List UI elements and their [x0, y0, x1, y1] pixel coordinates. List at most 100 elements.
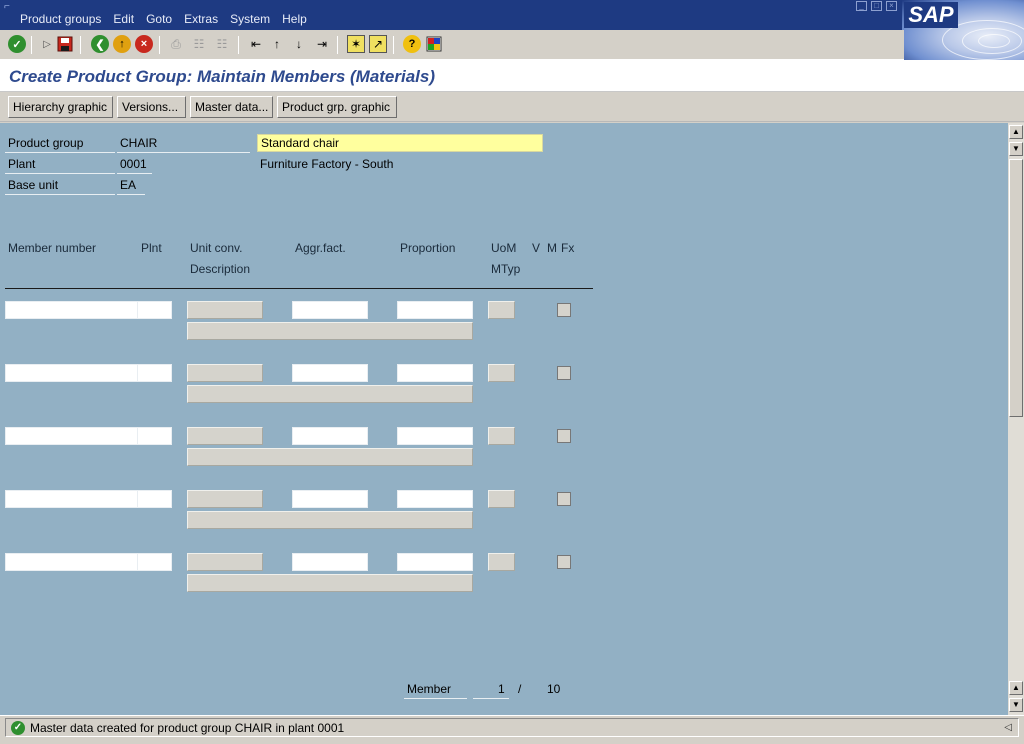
base-unit-label: Base unit: [8, 178, 59, 192]
find-icon[interactable]: ☷: [190, 35, 208, 53]
menu-help[interactable]: Help: [276, 12, 313, 26]
description-field: [187, 322, 473, 340]
menu-goto[interactable]: Goto: [140, 12, 178, 26]
toolbar-separator: [238, 36, 239, 54]
restore-icon[interactable]: □: [871, 1, 882, 11]
plant-input[interactable]: [137, 553, 172, 571]
scroll-page-up-icon[interactable]: ▼: [1009, 142, 1023, 156]
first-page-icon[interactable]: ⇤: [247, 35, 265, 53]
sap-logo-text: SAP: [904, 2, 958, 28]
next-page-icon[interactable]: ↓: [290, 35, 308, 53]
help-icon[interactable]: ?: [403, 35, 421, 53]
fx-checkbox[interactable]: [557, 303, 571, 317]
page-title: Create Product Group: Maintain Members (…: [9, 67, 436, 86]
description-field: [187, 511, 473, 529]
status-message-area[interactable]: ✓ Master data created for product group …: [5, 718, 1019, 737]
save-icon[interactable]: [56, 35, 74, 53]
proportion-input[interactable]: [397, 553, 473, 571]
col-m: M: [547, 241, 557, 255]
sap-logo: SAP: [902, 0, 1024, 60]
minimize-icon[interactable]: _: [856, 1, 867, 11]
enter-icon[interactable]: ✓: [8, 35, 26, 53]
scrollbar-thumb[interactable]: [1009, 159, 1023, 417]
print-icon[interactable]: ⎙: [167, 35, 185, 53]
menu-items: Product groups Edit Goto Extras System H…: [14, 12, 313, 26]
member-number-input[interactable]: [5, 427, 138, 445]
menu-bar: ⌐ Product groups Edit Goto Extras System…: [0, 0, 1024, 30]
field-underline: [5, 152, 115, 153]
aggr-fact-input[interactable]: [292, 301, 368, 319]
member-number-input[interactable]: [5, 301, 138, 319]
system-menu-icon[interactable]: ⌐: [4, 1, 16, 12]
menu-extras[interactable]: Extras: [178, 12, 224, 26]
layout-icon[interactable]: [425, 35, 443, 53]
member-number-input[interactable]: [5, 553, 138, 571]
proportion-input[interactable]: [397, 490, 473, 508]
scroll-page-down-icon[interactable]: ▲: [1009, 681, 1023, 695]
hierarchy-graphic-button[interactable]: Hierarchy graphic: [8, 96, 113, 118]
plant-label: Plant: [8, 157, 36, 171]
aggr-fact-input[interactable]: [292, 364, 368, 382]
description-field: [187, 448, 473, 466]
field-underline: [117, 152, 250, 153]
plant-input[interactable]: [137, 490, 172, 508]
fx-checkbox[interactable]: [557, 429, 571, 443]
fx-checkbox[interactable]: [557, 492, 571, 506]
unit-conv-field: [187, 490, 263, 508]
col-member-number: Member number: [8, 241, 97, 255]
proportion-input[interactable]: [397, 427, 473, 445]
fx-checkbox[interactable]: [557, 555, 571, 569]
create-session-icon[interactable]: ✶: [347, 35, 365, 53]
col-aggr-fact: Aggr.fact.: [295, 241, 346, 255]
header-separator: [5, 288, 593, 289]
status-expand-icon[interactable]: ◁: [1004, 722, 1012, 733]
field-underline: [117, 173, 152, 174]
col-unit-conv: Unit conv.: [190, 241, 243, 255]
col-uom: UoM: [491, 241, 517, 255]
menu-system[interactable]: System: [224, 12, 276, 26]
exit-icon[interactable]: ↑: [113, 35, 131, 53]
plant-input[interactable]: [137, 364, 172, 382]
proportion-input[interactable]: [397, 301, 473, 319]
pager-total: 10: [547, 682, 561, 696]
col-mtyp: MTyp: [491, 262, 521, 276]
plant-input[interactable]: [137, 301, 172, 319]
standard-toolbar: ✓ ▷ ❮ ↑ × ⎙ ☷ ☷ ⇤ ↑ ↓ ⇥ ✶ ↗ ?: [0, 30, 904, 60]
menu-edit[interactable]: Edit: [107, 12, 140, 26]
aggr-fact-input[interactable]: [292, 490, 368, 508]
pager-current[interactable]: 1: [498, 682, 505, 696]
aggr-fact-input[interactable]: [292, 427, 368, 445]
status-message: Master data created for product group CH…: [30, 721, 345, 735]
menu-product-groups[interactable]: Product groups: [14, 12, 107, 26]
plant-input[interactable]: [137, 427, 172, 445]
scroll-up-icon[interactable]: ▲: [1009, 125, 1023, 139]
shortcut-icon[interactable]: ↗: [369, 35, 387, 53]
aggr-fact-input[interactable]: [292, 553, 368, 571]
cancel-icon[interactable]: ×: [135, 35, 153, 53]
previous-page-icon[interactable]: ↑: [268, 35, 286, 53]
vertical-scrollbar[interactable]: ▲ ▼ ▲ ▼: [1008, 123, 1024, 715]
toolbar-separator: [159, 36, 160, 54]
pager-label: Member: [407, 682, 452, 696]
field-underline: [404, 698, 467, 699]
scroll-down-icon[interactable]: ▼: [1009, 698, 1023, 712]
work-area: Product group CHAIR Standard chair Plant…: [0, 123, 1008, 715]
versions-button[interactable]: Versions...: [117, 96, 186, 118]
back-icon[interactable]: ❮: [91, 35, 109, 53]
member-number-input[interactable]: [5, 490, 138, 508]
plant-value: 0001: [120, 157, 147, 171]
product-group-label: Product group: [8, 136, 84, 150]
master-data-button[interactable]: Master data...: [190, 96, 273, 118]
command-field-icon[interactable]: ▷: [38, 35, 56, 53]
find-next-icon[interactable]: ☷: [213, 35, 231, 53]
product-group-description: Standard chair: [257, 134, 543, 152]
close-icon[interactable]: ×: [886, 1, 897, 11]
proportion-input[interactable]: [397, 364, 473, 382]
base-unit-value: EA: [120, 178, 137, 192]
fx-checkbox[interactable]: [557, 366, 571, 380]
member-number-input[interactable]: [5, 364, 138, 382]
last-page-icon[interactable]: ⇥: [313, 35, 331, 53]
product-grp-graphic-button[interactable]: Product grp. graphic: [277, 96, 397, 118]
plant-description: Furniture Factory - South: [260, 157, 394, 171]
field-underline: [5, 173, 115, 174]
